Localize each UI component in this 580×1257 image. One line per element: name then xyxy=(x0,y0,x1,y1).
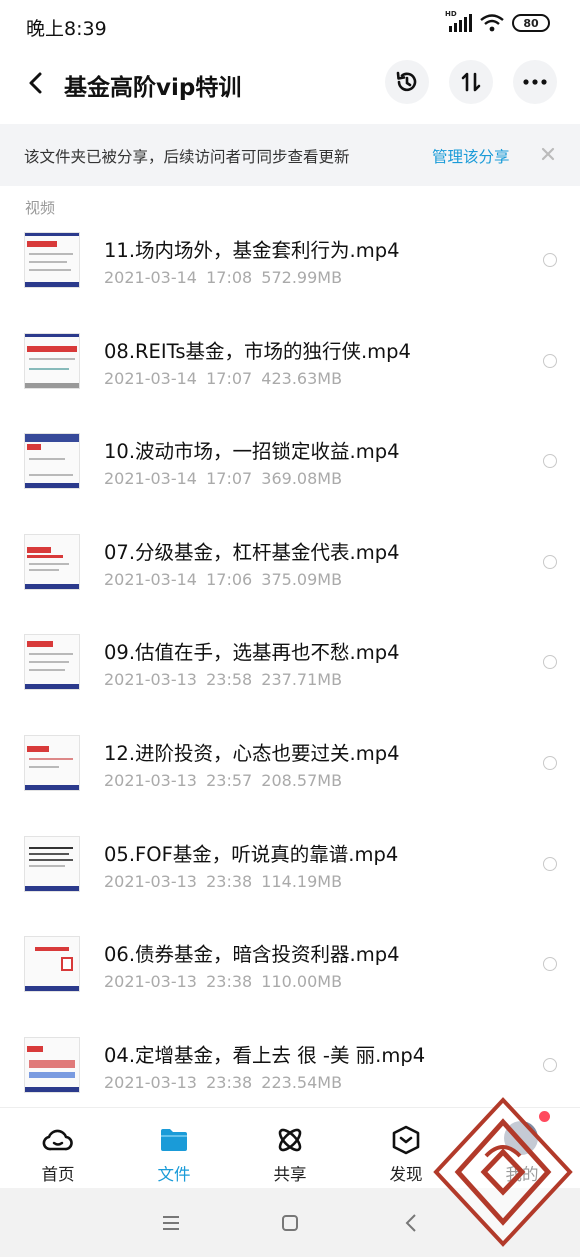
file-meta: 2021-03-14 17:07 369.08MB xyxy=(104,469,343,489)
status-time: 晚上8:39 xyxy=(26,18,107,40)
file-name: 12.进阶投资，心态也要过关.mp4 xyxy=(104,741,400,765)
tab-label: 文件 xyxy=(157,1165,191,1184)
back-button[interactable] xyxy=(20,67,52,99)
notification-badge xyxy=(539,1111,550,1122)
back-arrow-icon xyxy=(29,72,42,94)
select-radio[interactable] xyxy=(543,655,557,670)
list-item[interactable]: 08.REITs基金，市场的独行侠.mp4 2021-03-14 17:07 4… xyxy=(0,321,580,422)
select-radio[interactable] xyxy=(543,957,557,972)
list-item[interactable]: 10.波动市场，一招锁定收益.mp4 2021-03-14 17:07 369.… xyxy=(0,421,580,522)
video-thumbnail xyxy=(24,533,80,590)
close-icon[interactable] xyxy=(538,144,558,164)
file-name: 10.波动市场，一招锁定收益.mp4 xyxy=(104,440,400,464)
video-thumbnail xyxy=(24,936,80,993)
battery-indicator: 80 xyxy=(512,14,550,32)
file-meta: 2021-03-13 23:38 110.00MB xyxy=(104,972,343,992)
select-radio[interactable] xyxy=(543,454,557,469)
video-thumbnail xyxy=(24,433,80,490)
select-radio[interactable] xyxy=(543,554,557,569)
wifi-icon xyxy=(480,14,504,32)
system-nav-bar xyxy=(0,1188,580,1257)
file-meta: 2021-03-13 23:38 223.54MB xyxy=(104,1072,343,1092)
tab-files[interactable]: 文件 xyxy=(116,1108,232,1188)
square-icon xyxy=(282,1215,298,1231)
video-thumbnail xyxy=(24,835,80,892)
file-name: 09.估值在手，选基再也不愁.mp4 xyxy=(104,641,400,665)
back-triangle-icon xyxy=(405,1214,416,1232)
tab-share[interactable]: 共享 xyxy=(232,1108,348,1188)
select-radio[interactable] xyxy=(543,253,557,267)
tab-discover[interactable]: 发现 xyxy=(348,1108,464,1188)
file-meta: 2021-03-13 23:38 114.19MB xyxy=(104,871,343,891)
file-meta: 2021-03-14 17:07 423.63MB xyxy=(104,368,343,388)
video-thumbnail xyxy=(24,232,80,288)
network-type: HD xyxy=(445,10,457,18)
file-meta: 2021-03-14 17:06 375.09MB xyxy=(104,569,343,589)
page-title: 基金高阶vip特训 xyxy=(64,75,242,101)
manage-share-link[interactable]: 管理该分享 xyxy=(432,145,510,167)
discover-icon xyxy=(392,1125,420,1155)
tab-label: 首页 xyxy=(41,1165,75,1184)
share-notice-text: 该文件夹已被分享，后续访问者可同步查看更新 xyxy=(24,148,350,166)
list-item[interactable]: 12.进阶投资，心态也要过关.mp4 2021-03-13 23:57 208.… xyxy=(0,723,580,824)
share-banner: 该文件夹已被分享，后续访问者可同步查看更新 管理该分享 xyxy=(0,124,580,186)
tab-home[interactable]: 首页 xyxy=(0,1108,116,1188)
select-radio[interactable] xyxy=(543,755,557,770)
history-icon xyxy=(396,71,417,92)
video-thumbnail xyxy=(24,1036,80,1093)
recent-apps-button[interactable] xyxy=(158,1210,184,1236)
cloud-icon xyxy=(42,1129,73,1151)
file-meta: 2021-03-13 23:58 237.71MB xyxy=(104,670,343,690)
home-button[interactable] xyxy=(277,1210,303,1236)
list-item[interactable]: 09.估值在手，选基再也不愁.mp4 2021-03-13 23:58 237.… xyxy=(0,622,580,723)
video-thumbnail xyxy=(24,332,80,389)
list-item[interactable]: 06.债券基金，暗含投资利器.mp4 2021-03-13 23:38 110.… xyxy=(0,924,580,1025)
file-name: 07.分级基金，杠杆基金代表.mp4 xyxy=(104,540,400,564)
file-name: 05.FOF基金，听说真的靠谱.mp4 xyxy=(104,842,399,866)
list-item[interactable]: 11.场内场外，基金套利行为.mp4 2021-03-14 17:08 572.… xyxy=(0,220,580,321)
tab-label: 发现 xyxy=(389,1165,423,1184)
select-radio[interactable] xyxy=(543,856,557,871)
signal-icon: HD xyxy=(445,10,472,32)
section-label: 视频 xyxy=(25,199,56,217)
menu-icon xyxy=(163,1216,179,1230)
video-thumbnail xyxy=(24,634,80,691)
list-item[interactable]: 07.分级基金，杠杆基金代表.mp4 2021-03-14 17:06 375.… xyxy=(0,522,580,623)
share-atom-icon xyxy=(278,1128,302,1152)
list-item[interactable]: 05.FOF基金，听说真的靠谱.mp4 2021-03-13 23:38 114… xyxy=(0,824,580,925)
more-button[interactable] xyxy=(513,60,557,104)
sort-button[interactable] xyxy=(449,60,493,104)
status-bar: 晚上8:39 HD 80 xyxy=(0,0,580,52)
system-back-button[interactable] xyxy=(398,1210,424,1236)
header: 基金高阶vip特训 xyxy=(0,52,580,122)
tab-label: 共享 xyxy=(273,1165,307,1184)
file-meta: 2021-03-14 17:08 572.99MB xyxy=(104,268,343,287)
file-name: 11.场内场外，基金套利行为.mp4 xyxy=(104,239,400,262)
bottom-tab-bar: 首页 文件 共享 发现 我的 xyxy=(0,1107,580,1187)
file-name: 08.REITs基金，市场的独行侠.mp4 xyxy=(104,339,411,363)
video-thumbnail xyxy=(24,734,80,791)
tab-label: 我的 xyxy=(505,1165,539,1184)
file-meta: 2021-03-13 23:57 208.57MB xyxy=(104,770,343,790)
file-list: 11.场内场外，基金套利行为.mp4 2021-03-14 17:08 572.… xyxy=(0,220,580,1125)
avatar[interactable] xyxy=(504,1121,538,1155)
history-button[interactable] xyxy=(385,60,429,104)
file-name: 04.定增基金，看上去 很 -美 丽.mp4 xyxy=(104,1043,426,1067)
more-icon xyxy=(523,79,547,85)
file-name: 06.债券基金，暗含投资利器.mp4 xyxy=(104,943,400,967)
status-icons: HD 80 xyxy=(445,10,550,32)
sort-icon xyxy=(461,72,481,92)
select-radio[interactable] xyxy=(543,1057,557,1072)
folder-icon xyxy=(161,1129,187,1151)
select-radio[interactable] xyxy=(543,353,557,368)
